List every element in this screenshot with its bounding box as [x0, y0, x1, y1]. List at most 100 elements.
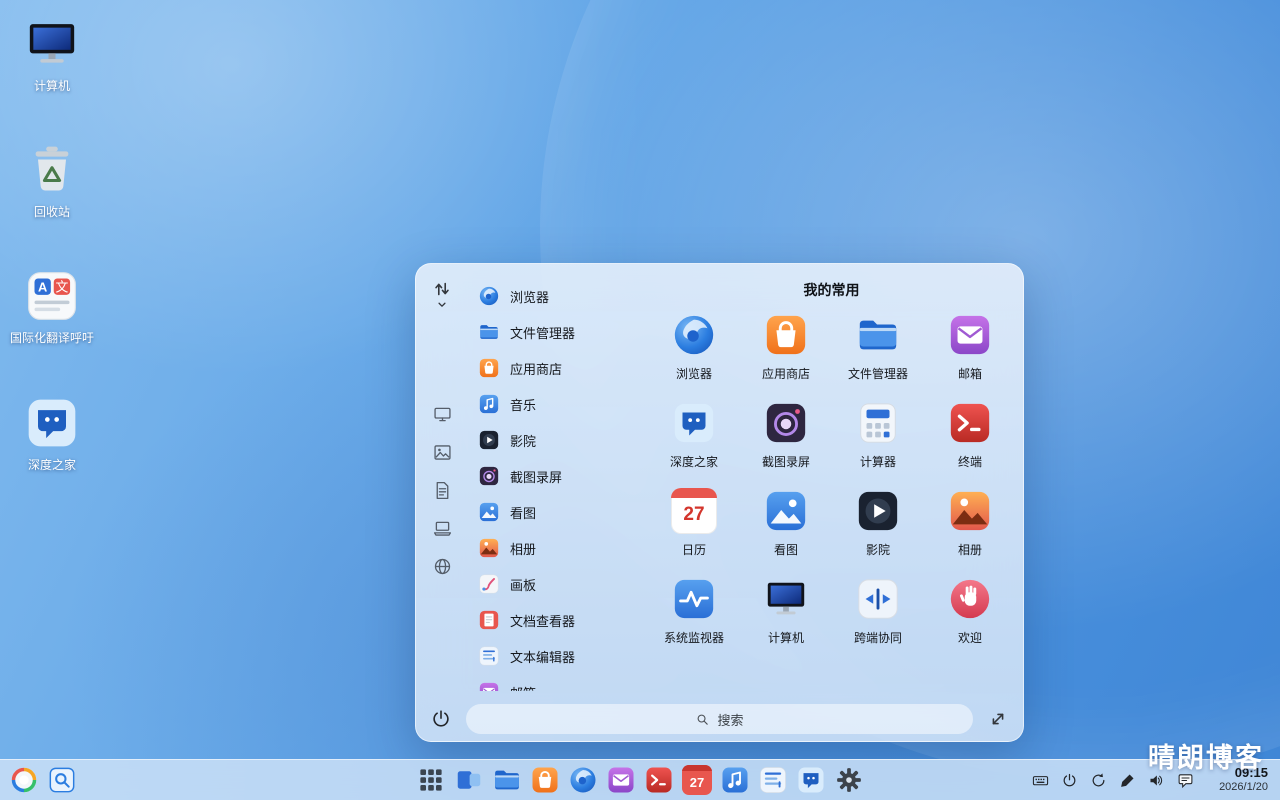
dock-file-manager[interactable] [492, 765, 522, 795]
frequent-app-label: 相册 [958, 541, 982, 558]
taskbar-clock[interactable]: 09:15 2026/1/20 [1219, 760, 1268, 800]
category-graphics[interactable] [432, 442, 453, 463]
frequent-app[interactable]: 截图录屏 [740, 400, 832, 470]
launcher-main: 我的常用 浏览器应用商店文件管理器邮箱深度之家截图录屏计算器终端27日历看图影院… [648, 274, 1015, 691]
category-system-icon [432, 556, 453, 577]
dock-multitasking[interactable] [454, 765, 484, 795]
frequent-app[interactable]: 跨端协同 [832, 576, 924, 646]
frequent-app[interactable]: 影院 [832, 488, 924, 558]
pen-icon [1119, 772, 1136, 789]
launcher-app-list: 浏览器文件管理器应用商店音乐影院截图录屏看图相册画板文档查看器文本编辑器邮箱 [468, 278, 648, 691]
dock-text-editor[interactable] [758, 765, 788, 795]
dock-launcher[interactable] [10, 766, 38, 794]
app-list-label: 文本编辑器 [510, 647, 575, 666]
app-list-label: 文档查看器 [510, 611, 575, 630]
tray-power[interactable] [1061, 772, 1078, 789]
frequent-app[interactable]: 相册 [924, 488, 1016, 558]
frequent-app-label: 截图录屏 [762, 453, 810, 470]
app-list-item[interactable]: 文本编辑器 [468, 638, 648, 674]
dock-calendar[interactable]: 27 [682, 765, 712, 795]
category-internet[interactable] [432, 404, 453, 425]
launcher-search-field[interactable]: 搜索 [466, 704, 973, 734]
frequent-app-label: 看图 [774, 541, 798, 558]
app-list-item[interactable]: 音乐 [468, 386, 648, 422]
app-list-item[interactable]: 文件管理器 [468, 314, 648, 350]
tray-pen[interactable] [1119, 772, 1136, 789]
frequent-app[interactable]: 看图 [740, 488, 832, 558]
app-list-item[interactable]: 影院 [468, 422, 648, 458]
desktop-icon-label: 深度之家 [28, 457, 76, 473]
tray-sync[interactable] [1090, 772, 1107, 789]
dock-music[interactable] [720, 765, 750, 795]
dock-mail[interactable] [606, 765, 636, 795]
frequent-app[interactable]: 终端 [924, 400, 1016, 470]
category-documents[interactable] [432, 480, 453, 501]
app-list-label: 文件管理器 [510, 323, 575, 342]
files-icon [492, 765, 522, 795]
tray-chat[interactable] [1177, 772, 1194, 789]
frequent-app-label: 欢迎 [958, 629, 982, 646]
expand-icon [987, 708, 1009, 730]
frequent-app[interactable]: 欢迎 [924, 576, 1016, 646]
volume-icon [1148, 772, 1165, 789]
dock-control-center[interactable] [834, 765, 864, 795]
dock-grand-search[interactable] [48, 766, 76, 794]
dock-deepin-home[interactable] [796, 765, 826, 795]
frequent-app[interactable]: 27日历 [648, 488, 740, 558]
desktop-icon-label: 国际化翻译呼吁 [10, 330, 94, 346]
app-list-item[interactable]: 画板 [468, 566, 648, 602]
screenshot-icon [763, 400, 809, 446]
frequent-app[interactable]: 深度之家 [648, 400, 740, 470]
desktop-icon-translate[interactable]: 国际化翻译呼吁 [8, 268, 96, 346]
category-documents-icon [432, 480, 453, 501]
multitask-icon [454, 765, 484, 795]
tray-volume[interactable] [1148, 772, 1165, 789]
search-placeholder: 搜索 [717, 710, 743, 729]
editor-icon [478, 645, 500, 667]
app-list-item[interactable]: 看图 [468, 494, 648, 530]
category-system[interactable] [432, 556, 453, 577]
deepin-home-icon [671, 400, 717, 446]
fullscreen-toggle-button[interactable] [987, 708, 1009, 730]
collab-icon [855, 576, 901, 622]
clock-time: 09:15 [1235, 765, 1268, 781]
frequent-app[interactable]: 浏览器 [648, 312, 740, 382]
desktop-icon-label: 计算机 [34, 78, 70, 94]
frequent-app[interactable]: 应用商店 [740, 312, 832, 382]
desktop-icon-trash[interactable]: 回收站 [8, 142, 96, 220]
tray-keyboard[interactable] [1032, 772, 1049, 789]
frequent-app[interactable]: 计算器 [832, 400, 924, 470]
frequent-app[interactable]: 计算机 [740, 576, 832, 646]
app-list-item[interactable]: 浏览器 [468, 278, 648, 314]
frequent-app-label: 影院 [866, 541, 890, 558]
desktop-icon-computer[interactable]: 计算机 [8, 16, 96, 94]
shutdown-button[interactable] [430, 708, 452, 730]
dock-browser[interactable] [568, 765, 598, 795]
app-list-item[interactable]: 邮箱 [468, 674, 648, 691]
app-list-item[interactable]: 截图录屏 [468, 458, 648, 494]
dock-terminal[interactable] [644, 765, 674, 795]
sort-mode-button[interactable] [431, 278, 453, 312]
app-list-item[interactable]: 相册 [468, 530, 648, 566]
power-icon [1061, 772, 1078, 789]
deepin-logo-icon [10, 766, 38, 794]
category-internet-icon [432, 404, 453, 425]
frequent-app[interactable]: 邮箱 [924, 312, 1016, 382]
frequent-app[interactable]: 系统监视器 [648, 576, 740, 646]
sort-arrows-icon [431, 278, 453, 300]
dock-all-apps[interactable] [416, 765, 446, 795]
category-development[interactable] [432, 518, 453, 539]
app-list-item[interactable]: 文档查看器 [468, 602, 648, 638]
taskbar: 27 09:15 2026/1/20 [0, 759, 1280, 800]
magnifier-icon [695, 712, 710, 727]
trash-icon [24, 142, 80, 198]
computer-icon [24, 16, 80, 72]
desktop-icon-deepin-home[interactable]: 深度之家 [8, 395, 96, 473]
taskbar-left [10, 760, 76, 800]
category-rail [432, 404, 453, 577]
frequent-app[interactable]: 文件管理器 [832, 312, 924, 382]
taskbar-center: 27 [416, 760, 864, 800]
app-list-item[interactable]: 应用商店 [468, 350, 648, 386]
editor-icon [758, 765, 788, 795]
dock-app-store[interactable] [530, 765, 560, 795]
